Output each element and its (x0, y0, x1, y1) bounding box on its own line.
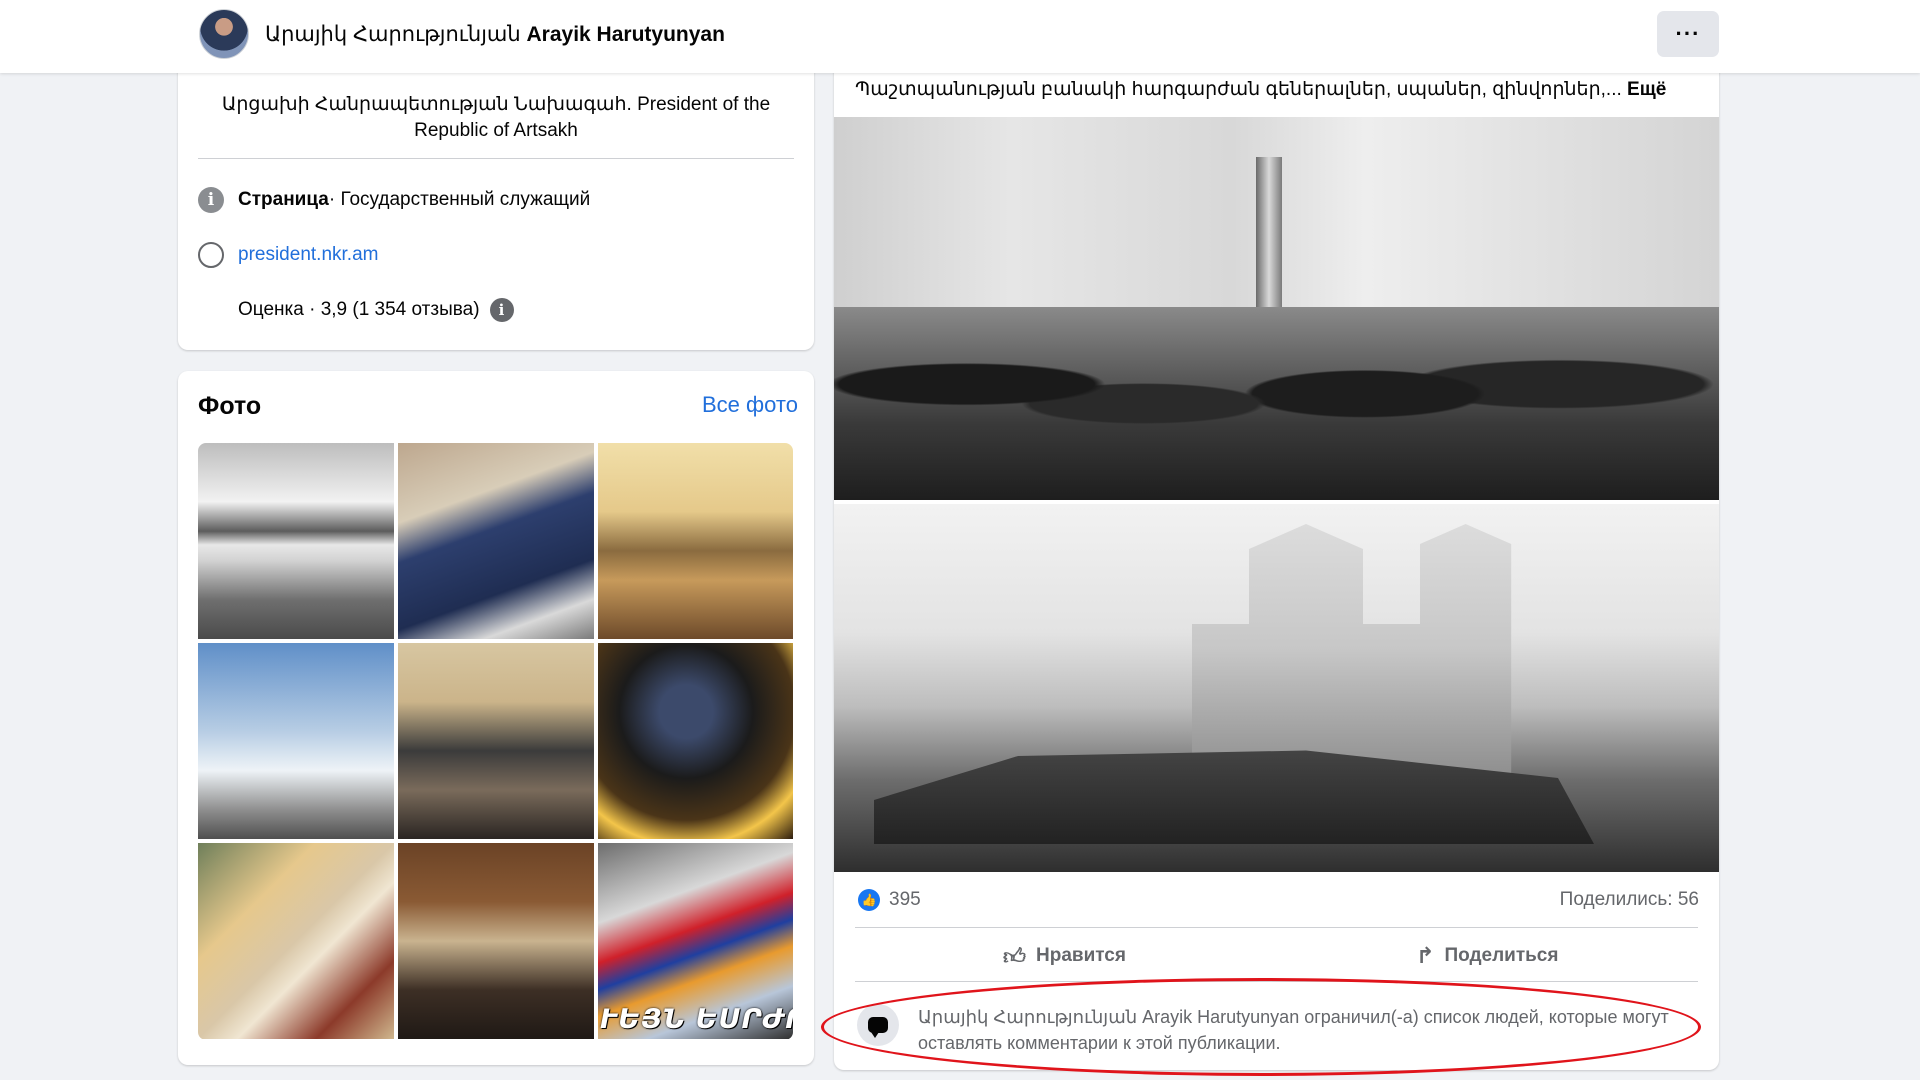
see-all-photos-link[interactable]: Все фото (702, 392, 798, 418)
page-name-latin: Arayik Harutyunyan (526, 23, 725, 46)
comment-bubble-icon (857, 1004, 899, 1046)
photo-grid: ՒԵՅՆ ԵՍՐԺՈՒ (198, 443, 793, 1040)
rating-text: Оценка · 3,9 (1 354 отзыва) (238, 299, 480, 320)
info-row-website: ◍ president.nkr.am (198, 240, 378, 270)
share-arrow-icon: ↱ (1416, 943, 1435, 968)
church-silhouette (1192, 524, 1512, 774)
post-photo-bottom (834, 504, 1719, 872)
photo-caption: ՒԵՅՆ ԵՍՐԺՈՒ (600, 1004, 793, 1035)
photos-title: Фото (198, 392, 262, 420)
photo-thumbnail[interactable] (198, 843, 394, 1039)
page-header-bar: Արայիկ Հարությունյան Arayik Harutyunyan … (0, 0, 1920, 73)
soldiers-on-tank (834, 307, 1719, 500)
photo-thumbnail[interactable] (598, 443, 793, 639)
intro-description: Արցախի Հանրապետության Նախագահ. President… (221, 94, 771, 141)
photo-thumbnail[interactable] (398, 843, 594, 1039)
photo-thumbnail[interactable] (398, 643, 594, 839)
page-avatar[interactable] (199, 9, 249, 59)
photo-thumbnail[interactable] (198, 443, 394, 639)
see-more-link[interactable]: Ещё (1622, 79, 1666, 100)
post-text: Պաշտպանության բանակի հարգարժան գեներալնե… (855, 78, 1675, 101)
comment-restriction-notice: Արայիկ Հարությունյան Arayik Harutyunyan … (918, 1007, 1669, 1053)
intro-divider (198, 158, 794, 159)
like-button-label: Нравится (1036, 945, 1126, 966)
actions-divider (855, 981, 1698, 982)
website-link[interactable]: president.nkr.am (238, 244, 378, 266)
category-label: Страница (238, 189, 329, 210)
info-icon: i (198, 187, 224, 213)
photo-thumbnail[interactable]: ՒԵՅՆ ԵՍՐԺՈՒ (598, 843, 793, 1039)
page-name[interactable]: Արայիկ Հարությունյան Arayik Harutyunyan (265, 22, 725, 47)
more-options-button[interactable]: ··· (1657, 11, 1719, 57)
globe-icon: ◍ (198, 242, 224, 268)
post-body: Պաշտպանության բանակի հարգարժան գեներալնե… (855, 79, 1622, 100)
thumbs-up-icon: 👍︎ (1003, 943, 1026, 969)
share-button[interactable]: ↱ Поделиться (1416, 941, 1558, 971)
share-count[interactable]: Поделились: 56 (1560, 889, 1699, 911)
photo-thumbnail[interactable] (198, 643, 394, 839)
page-name-armenian: Արայիկ Հարությունյան (265, 23, 521, 46)
post-photo-top (834, 117, 1719, 500)
share-button-label: Поделиться (1444, 945, 1559, 966)
star-icon: ★ (203, 300, 219, 319)
photo-thumbnail[interactable] (598, 643, 793, 839)
photo-thumbnail[interactable] (398, 443, 594, 639)
speech-bubble-shape (868, 1017, 888, 1038)
rating-info-icon[interactable]: i (489, 298, 514, 322)
like-button[interactable]: 👍︎ Нравится (1003, 941, 1126, 971)
info-row-category: i Страница · Государственный служащий (198, 185, 590, 215)
like-reaction-icon[interactable]: 👍 (858, 889, 880, 911)
like-count[interactable]: 395 (889, 889, 921, 911)
category-value: · Государственный служащий (328, 189, 591, 210)
info-row-rating: ★ Оценка · 3,9 (1 354 отзыва) i (198, 295, 514, 325)
post-image[interactable] (834, 117, 1719, 872)
reactions-divider (855, 927, 1698, 928)
